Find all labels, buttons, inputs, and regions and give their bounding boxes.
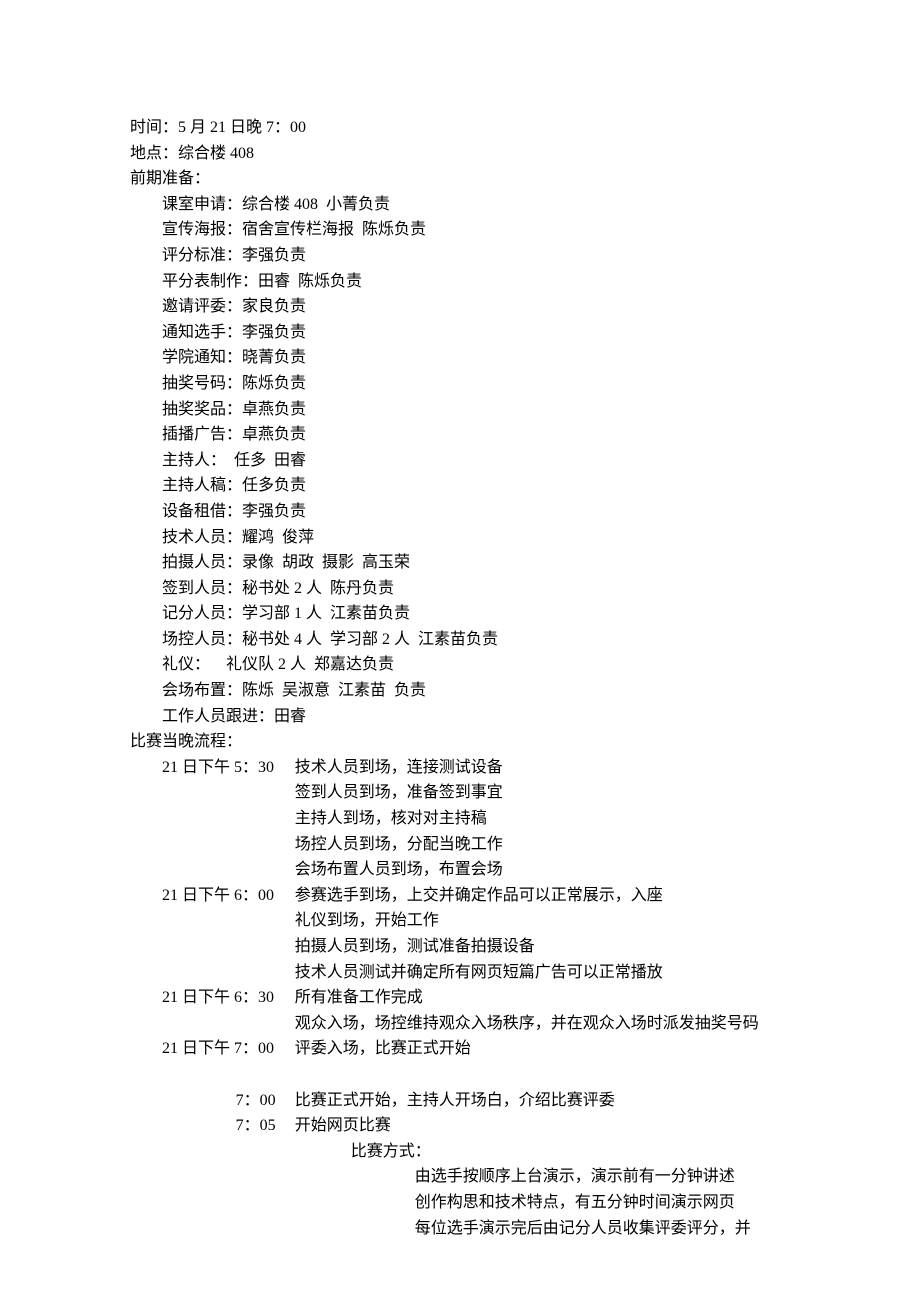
prep-item: 记分人员：学习部 1 人 江素苗负责 (130, 601, 790, 627)
schedule-row: 7：05开始网页比赛 (130, 1113, 790, 1139)
schedule-row: 主持人到场，核对对主持稿 (130, 806, 790, 832)
prep-item: 学院通知：晓菁负责 (130, 345, 790, 371)
prep-item: 宣传海报：宿舍宣传栏海报 陈烁负责 (130, 217, 790, 243)
prep-item: 设备租借：李强负责 (130, 499, 790, 525)
schedule-time (130, 960, 295, 986)
schedule-row: 会场布置人员到场，布置会场 (130, 857, 790, 883)
schedule-time (130, 1011, 295, 1037)
method-line: 由选手按顺序上台演示，演示前有一分钟讲述 (130, 1164, 790, 1190)
prep-item: 工作人员跟进：田睿 (130, 704, 790, 730)
schedule-desc: 会场布置人员到场，布置会场 (295, 857, 790, 883)
schedule-list: 21 日下午 5：30技术人员到场，连接测试设备签到人员到场，准备签到事宜主持人… (130, 755, 790, 1062)
schedule-row: 礼仪到场，开始工作 (130, 908, 790, 934)
prep-item: 会场布置：陈烁 吴淑意 江素苗 负责 (130, 678, 790, 704)
schedule-desc: 主持人到场，核对对主持稿 (295, 806, 790, 832)
location-line: 地点：综合楼 408 (130, 141, 790, 167)
schedule-row: 21 日下午 7：00评委入场，比赛正式开始 (130, 1036, 790, 1062)
schedule-time (130, 857, 295, 883)
schedule-time (130, 780, 295, 806)
prep-item: 抽奖奖品：卓燕负责 (130, 397, 790, 423)
schedule-time: 21 日下午 7：00 (130, 1036, 295, 1062)
schedule-desc: 签到人员到场，准备签到事宜 (295, 780, 790, 806)
schedule-desc: 比赛正式开始，主持人开场白，介绍比赛评委 (295, 1088, 790, 1114)
flow-title: 比赛当晚流程： (130, 729, 790, 755)
method-label: 比赛方式： (130, 1139, 790, 1165)
schedule-desc: 所有准备工作完成 (295, 985, 790, 1011)
prep-item: 拍摄人员：录像 胡政 摄影 高玉荣 (130, 550, 790, 576)
prep-item: 礼仪： 礼仪队 2 人 郑嘉达负责 (130, 652, 790, 678)
prep-list: 课室申请：综合楼 408 小菁负责宣传海报：宿舍宣传栏海报 陈烁负责评分标准：李… (130, 192, 790, 729)
time-line: 时间：5 月 21 日晚 7：00 (130, 115, 790, 141)
schedule-desc: 礼仪到场，开始工作 (295, 908, 790, 934)
schedule-time (130, 934, 295, 960)
schedule-row: 21 日下午 5：30技术人员到场，连接测试设备 (130, 755, 790, 781)
method-line: 创作构思和技术特点，有五分钟时间演示网页 (130, 1190, 790, 1216)
schedule-desc: 开始网页比赛 (295, 1113, 790, 1139)
prep-item: 签到人员：秘书处 2 人 陈丹负责 (130, 576, 790, 602)
method-line: 每位选手演示完后由记分人员收集评委评分，并 (130, 1216, 790, 1242)
prep-item: 场控人员：秘书处 4 人 学习部 2 人 江素苗负责 (130, 627, 790, 653)
prep-item: 评分标准：李强负责 (130, 243, 790, 269)
schedule-time: 7：05 (130, 1113, 295, 1139)
schedule-row: 21 日下午 6：30所有准备工作完成 (130, 985, 790, 1011)
method-lines: 由选手按顺序上台演示，演示前有一分钟讲述创作构思和技术特点，有五分钟时间演示网页… (130, 1164, 790, 1241)
prep-item: 技术人员：耀鸿 俊萍 (130, 525, 790, 551)
prep-title: 前期准备： (130, 166, 790, 192)
schedule-desc: 参赛选手到场，上交并确定作品可以正常展示，入座 (295, 883, 790, 909)
schedule-time (130, 832, 295, 858)
prep-item: 主持人： 任多 田睿 (130, 448, 790, 474)
prep-item: 通知选手：李强负责 (130, 320, 790, 346)
schedule-list-2: 7：00比赛正式开始，主持人开场白，介绍比赛评委7：05开始网页比赛 (130, 1088, 790, 1139)
schedule-desc: 评委入场，比赛正式开始 (295, 1036, 790, 1062)
gap (130, 1062, 790, 1088)
schedule-row: 技术人员测试并确定所有网页短篇广告可以正常播放 (130, 960, 790, 986)
prep-item: 插播广告：卓燕负责 (130, 422, 790, 448)
prep-item: 课室申请：综合楼 408 小菁负责 (130, 192, 790, 218)
schedule-time (130, 806, 295, 832)
schedule-desc: 场控人员到场，分配当晚工作 (295, 832, 790, 858)
schedule-row: 观众入场，场控维持观众入场秩序，并在观众入场时派发抽奖号码 (130, 1011, 790, 1037)
schedule-row: 场控人员到场，分配当晚工作 (130, 832, 790, 858)
schedule-time: 7：00 (130, 1088, 295, 1114)
prep-item: 主持人稿：任多负责 (130, 473, 790, 499)
prep-item: 抽奖号码：陈烁负责 (130, 371, 790, 397)
schedule-time (130, 908, 295, 934)
schedule-row: 21 日下午 6：00参赛选手到场，上交并确定作品可以正常展示，入座 (130, 883, 790, 909)
schedule-desc: 拍摄人员到场，测试准备拍摄设备 (295, 934, 790, 960)
schedule-time: 21 日下午 5：30 (130, 755, 295, 781)
schedule-time: 21 日下午 6：30 (130, 985, 295, 1011)
prep-item: 平分表制作：田睿 陈烁负责 (130, 269, 790, 295)
schedule-row: 7：00比赛正式开始，主持人开场白，介绍比赛评委 (130, 1088, 790, 1114)
prep-item: 邀请评委：家良负责 (130, 294, 790, 320)
schedule-desc: 观众入场，场控维持观众入场秩序，并在观众入场时派发抽奖号码 (295, 1011, 790, 1037)
schedule-row: 拍摄人员到场，测试准备拍摄设备 (130, 934, 790, 960)
schedule-row: 签到人员到场，准备签到事宜 (130, 780, 790, 806)
schedule-desc: 技术人员到场，连接测试设备 (295, 755, 790, 781)
schedule-desc: 技术人员测试并确定所有网页短篇广告可以正常播放 (295, 960, 790, 986)
schedule-time: 21 日下午 6：00 (130, 883, 295, 909)
